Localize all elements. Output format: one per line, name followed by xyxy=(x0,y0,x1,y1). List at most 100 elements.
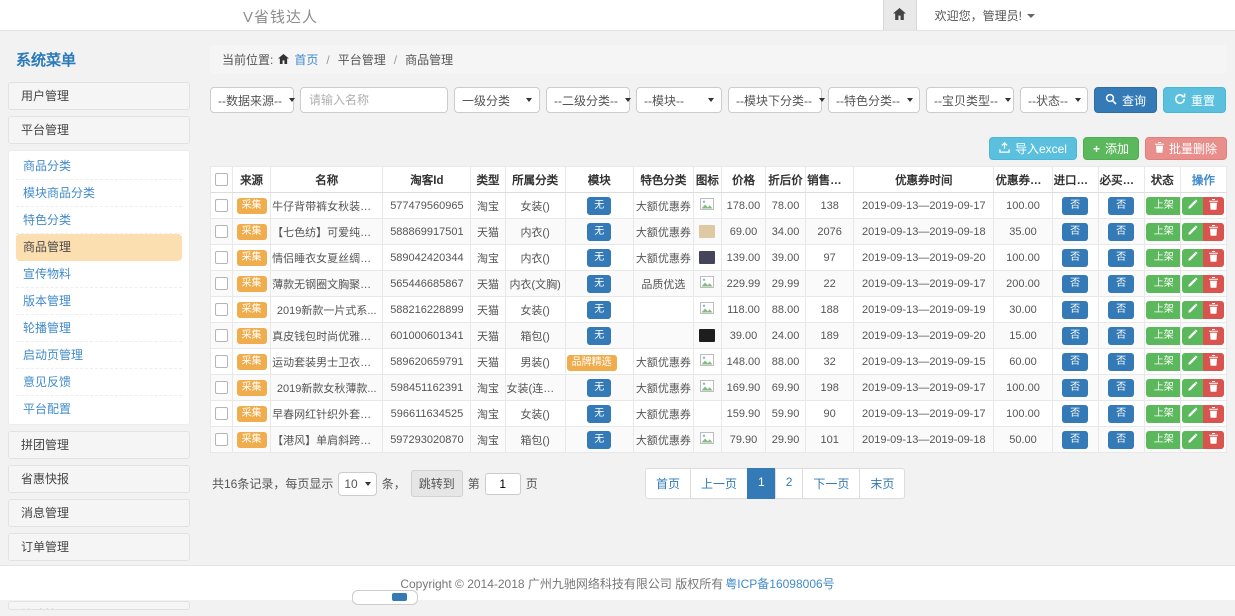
sidebar-group-item[interactable]: 拼团管理 xyxy=(8,431,190,459)
module-filter-select[interactable]: --模块-- xyxy=(636,87,722,113)
category-level2-filter-select[interactable]: --二级分类-- xyxy=(546,87,630,113)
sidebar-subitem[interactable]: 商品分类 xyxy=(16,153,182,180)
name-input[interactable] xyxy=(300,87,448,113)
must-buy-button[interactable]: 否 xyxy=(1108,301,1134,319)
status-button[interactable]: 上架 xyxy=(1146,301,1181,319)
select-all-checkbox[interactable] xyxy=(215,173,228,186)
pager-button[interactable]: 下一页 xyxy=(802,468,860,499)
row-checkbox[interactable] xyxy=(215,277,228,290)
status-button[interactable]: 上架 xyxy=(1146,353,1181,371)
sidebar-subitem[interactable]: 轮播管理 xyxy=(16,315,182,342)
module-subcategory-filter-select[interactable]: --模块下分类-- xyxy=(728,87,822,113)
import-optimal-button[interactable]: 否 xyxy=(1062,353,1088,371)
pager-button[interactable]: 首页 xyxy=(645,468,691,499)
must-buy-button[interactable]: 否 xyxy=(1108,431,1134,449)
row-checkbox[interactable] xyxy=(215,355,228,368)
sidebar-group-item[interactable]: 订单管理 xyxy=(8,533,190,561)
status-button[interactable]: 上架 xyxy=(1146,197,1181,215)
delete-button[interactable] xyxy=(1203,353,1224,371)
row-checkbox[interactable] xyxy=(215,251,228,264)
delete-button[interactable] xyxy=(1203,431,1224,449)
batch-delete-button[interactable]: 批量删除 xyxy=(1145,137,1227,160)
must-buy-button[interactable]: 否 xyxy=(1108,275,1134,293)
pager-button[interactable]: 末页 xyxy=(859,468,905,499)
must-buy-button[interactable]: 否 xyxy=(1108,327,1134,345)
status-button[interactable]: 上架 xyxy=(1146,223,1181,241)
delete-button[interactable] xyxy=(1203,327,1224,345)
reset-button[interactable]: 重置 xyxy=(1163,87,1226,113)
row-checkbox[interactable] xyxy=(215,433,228,446)
pager-button[interactable]: 2 xyxy=(775,468,804,499)
add-button[interactable]: + 添加 xyxy=(1083,137,1139,160)
import-optimal-button[interactable]: 否 xyxy=(1062,223,1088,241)
import-excel-button[interactable]: 导入excel xyxy=(989,137,1077,160)
import-optimal-button[interactable]: 否 xyxy=(1062,249,1088,267)
sidebar-subitem[interactable]: 特色分类 xyxy=(16,207,182,234)
status-button[interactable]: 上架 xyxy=(1146,249,1181,267)
edit-button[interactable] xyxy=(1182,275,1203,293)
edit-button[interactable] xyxy=(1182,197,1203,215)
sidebar-group-item[interactable]: 统计管理 xyxy=(8,601,190,610)
row-checkbox[interactable] xyxy=(215,381,228,394)
sidebar-subitem[interactable]: 启动页管理 xyxy=(16,342,182,369)
pager-button-active[interactable]: 1 xyxy=(747,468,776,499)
user-menu[interactable]: 欢迎您，管理员! xyxy=(917,7,1235,24)
sidebar-subitem-active[interactable]: 商品管理 xyxy=(16,234,182,261)
sidebar-group-item[interactable]: 消息管理 xyxy=(8,499,190,527)
import-optimal-button[interactable]: 否 xyxy=(1062,275,1088,293)
delete-button[interactable] xyxy=(1203,379,1224,397)
sidebar-subitem[interactable]: 版本管理 xyxy=(16,288,182,315)
edit-button[interactable] xyxy=(1182,223,1203,241)
icp-link[interactable]: 粤ICP备16098006号 xyxy=(725,575,834,592)
status-button[interactable]: 上架 xyxy=(1146,379,1181,397)
import-optimal-button[interactable]: 否 xyxy=(1062,327,1088,345)
must-buy-button[interactable]: 否 xyxy=(1108,249,1134,267)
page-number-input[interactable] xyxy=(485,473,521,495)
sidebar-group-item[interactable]: 用户管理 xyxy=(8,82,190,110)
delete-button[interactable] xyxy=(1203,223,1224,241)
delete-button[interactable] xyxy=(1203,275,1224,293)
must-buy-button[interactable]: 否 xyxy=(1108,223,1134,241)
sidebar-subitem[interactable]: 宣传物料 xyxy=(16,261,182,288)
edit-button[interactable] xyxy=(1182,379,1203,397)
feature-category-filter-select[interactable]: --特色分类-- xyxy=(828,87,920,113)
category-level1-filter-select[interactable]: 一级分类 xyxy=(454,87,540,113)
edit-button[interactable] xyxy=(1182,301,1203,319)
status-button[interactable]: 上架 xyxy=(1146,327,1181,345)
import-optimal-button[interactable]: 否 xyxy=(1062,197,1088,215)
row-checkbox[interactable] xyxy=(215,407,228,420)
delete-button[interactable] xyxy=(1203,405,1224,423)
row-checkbox[interactable] xyxy=(215,225,228,238)
pager-button[interactable]: 上一页 xyxy=(690,468,748,499)
breadcrumb-home-link[interactable]: 首页 xyxy=(294,51,318,68)
edit-button[interactable] xyxy=(1182,327,1203,345)
status-button[interactable]: 上架 xyxy=(1146,405,1181,423)
sidebar-group-item[interactable]: 平台管理 xyxy=(8,116,190,144)
status-button[interactable]: 上架 xyxy=(1146,275,1181,293)
sidebar-subitem[interactable]: 意见反馈 xyxy=(16,369,182,396)
per-page-select[interactable]: 10 xyxy=(338,472,376,496)
import-optimal-button[interactable]: 否 xyxy=(1062,405,1088,423)
edit-button[interactable] xyxy=(1182,431,1203,449)
data-source-filter-select[interactable]: --数据来源-- xyxy=(210,87,294,113)
status-button[interactable]: 上架 xyxy=(1146,431,1181,449)
row-checkbox[interactable] xyxy=(215,303,228,316)
must-buy-button[interactable]: 否 xyxy=(1108,353,1134,371)
status-filter-select[interactable]: --状态-- xyxy=(1020,87,1088,113)
sidebar-subitem[interactable]: 模块商品分类 xyxy=(16,180,182,207)
import-optimal-button[interactable]: 否 xyxy=(1062,301,1088,319)
sidebar-group-item[interactable]: 省惠快报 xyxy=(8,465,190,493)
row-checkbox[interactable] xyxy=(215,329,228,342)
must-buy-button[interactable]: 否 xyxy=(1108,405,1134,423)
delete-button[interactable] xyxy=(1203,197,1224,215)
delete-button[interactable] xyxy=(1203,301,1224,319)
jump-button[interactable]: 跳转到 xyxy=(411,470,463,497)
must-buy-button[interactable]: 否 xyxy=(1108,379,1134,397)
edit-button[interactable] xyxy=(1182,405,1203,423)
must-buy-button[interactable]: 否 xyxy=(1108,197,1134,215)
home-button[interactable] xyxy=(883,0,917,30)
search-button[interactable]: 查询 xyxy=(1094,87,1157,113)
edit-button[interactable] xyxy=(1182,249,1203,267)
import-optimal-button[interactable]: 否 xyxy=(1062,379,1088,397)
sidebar-subitem[interactable]: 平台配置 xyxy=(16,396,182,422)
